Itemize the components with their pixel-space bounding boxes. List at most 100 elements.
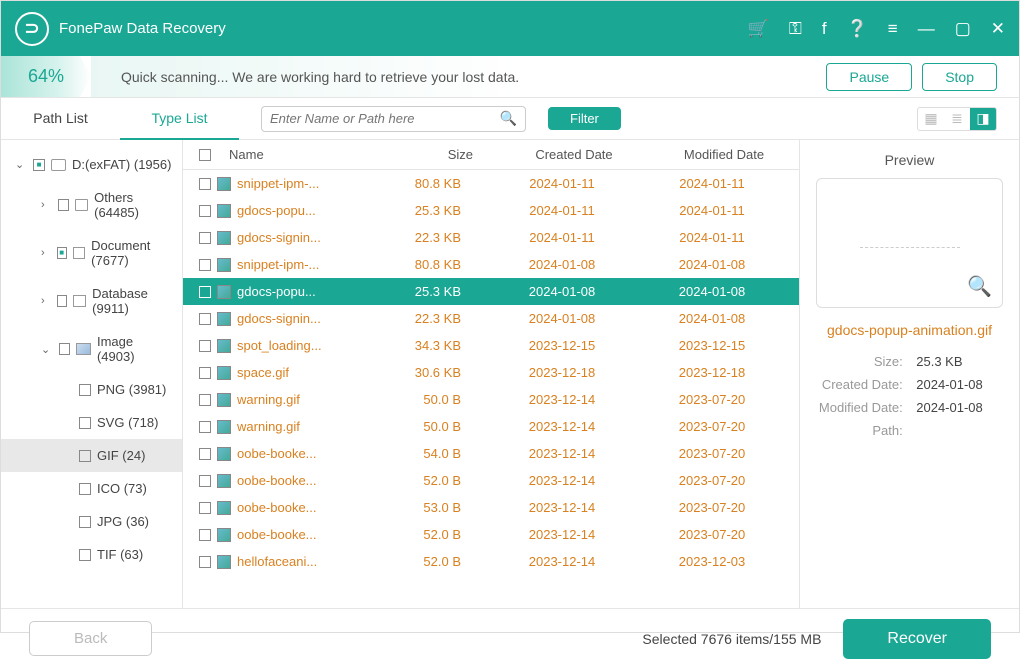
maximize-icon[interactable]: ▢ — [955, 19, 971, 39]
checkbox[interactable] — [79, 417, 91, 429]
col-size[interactable]: Size — [379, 147, 499, 162]
table-row[interactable]: oobe-booke...52.0 B2023-12-142023-07-20 — [183, 521, 799, 548]
table-row[interactable]: gdocs-popu...25.3 KB2024-01-112024-01-11 — [183, 197, 799, 224]
table-row[interactable]: gdocs-signin...22.3 KB2024-01-082024-01-… — [183, 305, 799, 332]
tree-root[interactable]: ⌄ D:(exFAT) (1956) — [1, 148, 182, 181]
help-icon[interactable]: ❔ — [847, 19, 868, 39]
row-checkbox[interactable] — [199, 502, 211, 514]
checkbox[interactable] — [79, 516, 91, 528]
table-row[interactable]: warning.gif50.0 B2023-12-142023-07-20 — [183, 386, 799, 413]
tree-node-ico[interactable]: ICO (73) — [1, 472, 182, 505]
chevron-right-icon[interactable]: › — [41, 295, 51, 307]
checkbox[interactable] — [79, 483, 91, 495]
col-name[interactable]: Name — [229, 147, 379, 162]
cell-created: 2024-01-08 — [487, 311, 637, 326]
tree-node-jpg[interactable]: JPG (36) — [1, 505, 182, 538]
cell-created: 2024-01-11 — [487, 176, 637, 191]
table-row[interactable]: hellofaceani...52.0 B2023-12-142023-12-0… — [183, 548, 799, 575]
row-checkbox[interactable] — [199, 475, 211, 487]
tree-node-others[interactable]: › Others (64485) — [1, 181, 182, 229]
select-all-checkbox[interactable] — [199, 149, 211, 161]
progress-bar: 64% Quick scanning... We are working har… — [1, 56, 1019, 98]
chevron-right-icon[interactable]: › — [41, 247, 51, 259]
minimize-icon[interactable]: — — [918, 19, 935, 39]
value-size: 25.3 KB — [906, 354, 1001, 369]
facebook-icon[interactable]: f — [822, 19, 827, 39]
preview-title: Preview — [816, 152, 1003, 168]
row-checkbox[interactable] — [199, 178, 211, 190]
view-detail-icon[interactable]: ◨ — [970, 108, 996, 130]
row-checkbox[interactable] — [199, 286, 211, 298]
row-checkbox[interactable] — [199, 340, 211, 352]
tree-node-gif[interactable]: GIF (24) — [1, 439, 182, 472]
table-row[interactable]: warning.gif50.0 B2023-12-142023-07-20 — [183, 413, 799, 440]
checkbox[interactable] — [79, 450, 91, 462]
table-row[interactable]: snippet-ipm-...80.8 KB2024-01-112024-01-… — [183, 170, 799, 197]
value-path — [906, 423, 1001, 438]
close-icon[interactable]: ✕ — [991, 19, 1005, 39]
tree-node-svg[interactable]: SVG (718) — [1, 406, 182, 439]
cell-modified: 2024-01-08 — [637, 311, 787, 326]
tree-node-tif[interactable]: TIF (63) — [1, 538, 182, 571]
stop-button[interactable]: Stop — [922, 63, 997, 91]
chevron-down-icon[interactable]: ⌄ — [41, 343, 53, 356]
checkbox[interactable] — [79, 549, 91, 561]
cart-icon[interactable]: 🛒 — [748, 19, 769, 39]
zoom-icon[interactable]: 🔍 — [967, 274, 992, 299]
row-checkbox[interactable] — [199, 394, 211, 406]
row-checkbox[interactable] — [199, 205, 211, 217]
pause-button[interactable]: Pause — [826, 63, 912, 91]
table-row[interactable]: gdocs-popu...25.3 KB2024-01-082024-01-08 — [183, 278, 799, 305]
back-button[interactable]: Back — [29, 621, 152, 656]
search-icon[interactable]: 🔍 — [500, 110, 517, 127]
tree-node-image[interactable]: ⌄ Image (4903) — [1, 325, 182, 373]
row-checkbox[interactable] — [199, 259, 211, 271]
key-icon[interactable]: ⚿ — [789, 19, 802, 39]
row-checkbox[interactable] — [199, 367, 211, 379]
table-row[interactable]: spot_loading...34.3 KB2023-12-152023-12-… — [183, 332, 799, 359]
checkbox[interactable] — [79, 384, 91, 396]
tree-node-png[interactable]: PNG (3981) — [1, 373, 182, 406]
tab-path-list[interactable]: Path List — [1, 98, 120, 140]
checkbox[interactable] — [57, 247, 67, 259]
table-row[interactable]: snippet-ipm-...80.8 KB2024-01-082024-01-… — [183, 251, 799, 278]
menu-icon[interactable]: ≡ — [888, 19, 898, 39]
recover-button[interactable]: Recover — [843, 619, 991, 659]
checkbox[interactable] — [58, 199, 69, 211]
chevron-right-icon[interactable]: › — [41, 199, 52, 211]
row-checkbox[interactable] — [199, 448, 211, 460]
row-checkbox[interactable] — [199, 313, 211, 325]
row-checkbox[interactable] — [199, 556, 211, 568]
cell-name: gdocs-signin... — [237, 311, 367, 326]
table-row[interactable]: gdocs-signin...22.3 KB2024-01-112024-01-… — [183, 224, 799, 251]
tree-node-database[interactable]: › Database (9911) — [1, 277, 182, 325]
table-row[interactable]: oobe-booke...54.0 B2023-12-142023-07-20 — [183, 440, 799, 467]
label-path: Path: — [818, 423, 903, 438]
search-input[interactable] — [270, 111, 500, 126]
row-checkbox[interactable] — [199, 529, 211, 541]
chevron-down-icon[interactable]: ⌄ — [15, 158, 27, 171]
app-title: FonePaw Data Recovery — [59, 20, 748, 37]
col-created[interactable]: Created Date — [499, 147, 649, 162]
search-input-wrap[interactable]: 🔍 — [261, 106, 526, 132]
titlebar: ⊃ FonePaw Data Recovery 🛒 ⚿ f ❔ ≡ — ▢ ✕ — [1, 1, 1019, 56]
filter-button[interactable]: Filter — [548, 107, 621, 130]
checkbox[interactable] — [57, 295, 67, 307]
row-checkbox[interactable] — [199, 421, 211, 433]
tree-node-document[interactable]: › Document (7677) — [1, 229, 182, 277]
label-size: Size: — [818, 354, 903, 369]
table-row[interactable]: oobe-booke...52.0 B2023-12-142023-07-20 — [183, 467, 799, 494]
preview-thumbnail[interactable]: 🔍 — [816, 178, 1003, 308]
file-thumb-icon — [217, 258, 231, 272]
view-list-icon[interactable]: ≣ — [944, 108, 970, 130]
checkbox[interactable] — [33, 159, 45, 171]
row-checkbox[interactable] — [199, 232, 211, 244]
view-grid-icon[interactable]: ▦ — [918, 108, 944, 130]
tab-type-list[interactable]: Type List — [120, 98, 239, 140]
file-thumb-icon — [217, 528, 231, 542]
table-row[interactable]: oobe-booke...53.0 B2023-12-142023-07-20 — [183, 494, 799, 521]
cell-created: 2023-12-14 — [487, 500, 637, 515]
col-modified[interactable]: Modified Date — [649, 147, 799, 162]
checkbox[interactable] — [59, 343, 71, 355]
table-row[interactable]: space.gif30.6 KB2023-12-182023-12-18 — [183, 359, 799, 386]
